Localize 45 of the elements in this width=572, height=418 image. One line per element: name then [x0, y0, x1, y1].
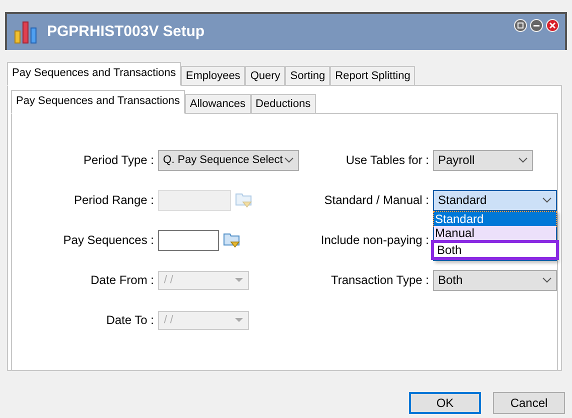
restore-icon[interactable]	[514, 19, 527, 32]
caret-icon	[235, 318, 243, 322]
tab[interactable]: Employees	[180, 66, 246, 86]
combo-value: Payroll	[438, 152, 475, 169]
chevron-icon	[542, 277, 552, 283]
dropdown-option[interactable]: Manual	[434, 226, 556, 240]
combo-box[interactable]: Standard	[433, 190, 557, 210]
tab[interactable]: Pay Sequences and Transactions	[11, 90, 185, 114]
chevron-icon	[284, 157, 294, 163]
field-label: Include non-paying :	[320, 232, 430, 249]
chevron-icon	[518, 157, 528, 163]
minimize-icon[interactable]	[530, 19, 543, 32]
combo-box[interactable]: Payroll	[433, 150, 533, 170]
date-value: / /	[164, 272, 174, 288]
tab[interactable]: Sorting	[285, 66, 330, 86]
field-label: Date To :	[105, 312, 155, 329]
field-label: Use Tables for :	[344, 152, 430, 169]
folder-icon[interactable]	[223, 232, 241, 248]
input-field[interactable]	[158, 230, 219, 250]
window-title: PGPRHIST003V Setup	[47, 22, 205, 42]
combo-value: Both	[438, 272, 463, 289]
tab[interactable]: Allowances	[184, 94, 251, 114]
field-label: Period Range :	[72, 192, 155, 209]
dialog-button[interactable]: Cancel	[493, 392, 565, 414]
tab[interactable]: Query	[245, 66, 286, 86]
tab[interactable]: Pay Sequences and Transactions	[7, 62, 181, 86]
bar-chart-icon	[13, 19, 39, 45]
close-icon[interactable]	[546, 19, 559, 32]
field-label: Date From :	[90, 272, 155, 289]
dropdown-option[interactable]: Both	[431, 240, 559, 260]
combo-box[interactable]: Both	[433, 270, 557, 290]
dropdown-option[interactable]: Standard	[434, 212, 556, 226]
chevron-icon	[542, 197, 552, 203]
tab[interactable]: Report Splitting	[330, 66, 416, 86]
date-value: / /	[164, 312, 174, 328]
tab[interactable]: Deductions	[250, 94, 316, 114]
field-label: Standard / Manual :	[323, 192, 430, 209]
field-label: Period Type :	[82, 152, 155, 169]
combo-value: Q. Pay Sequence Select	[163, 152, 283, 168]
field-label: Pay Sequences :	[62, 232, 155, 249]
combo-value: Standard	[438, 192, 487, 209]
dialog-button[interactable]: OK	[409, 392, 481, 414]
combo-box[interactable]: Q. Pay Sequence Select	[158, 150, 299, 170]
caret-icon	[235, 278, 243, 282]
field-label: Transaction Type :	[330, 272, 430, 289]
